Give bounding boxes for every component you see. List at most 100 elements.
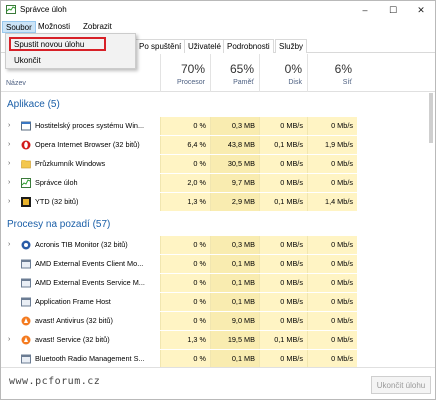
- process-row[interactable]: › avast! Service (32 bitů) 1,3 % 19,5 MB 0,1…: [1, 331, 435, 349]
- cpu-value: 0 %: [193, 278, 206, 287]
- column-network[interactable]: 6% Síť: [307, 54, 357, 92]
- cpu-value-cell: 0 %: [160, 312, 210, 330]
- network-value-cell: 0 Mb/s: [307, 236, 357, 254]
- process-row[interactable]: › Správce úloh 2,0 % 9,7 MB 0 MB/s 0 Mb/s: [1, 174, 435, 192]
- tab-startup[interactable]: Po spuštění: [135, 39, 186, 53]
- expand-chevron-icon[interactable]: ›: [8, 241, 10, 248]
- group-apps-heading[interactable]: Aplikace (5): [7, 99, 60, 110]
- process-row[interactable]: AMD External Events Client Mo... 0 % 0,1 M…: [1, 255, 435, 273]
- acronis-icon: [21, 240, 31, 250]
- memory-value-cell: 9,7 MB: [210, 174, 259, 192]
- process-name: Opera Internet Browser (32 bitů): [35, 140, 140, 149]
- process-row[interactable]: Bluetooth Radio Management S... 0 % 0,1 MB…: [1, 350, 435, 367]
- explorer-icon: [21, 159, 31, 169]
- process-name: avast! Service (32 bitů): [35, 335, 110, 344]
- memory-total: 65%: [229, 62, 254, 76]
- menu-view[interactable]: Zobrazit: [80, 21, 115, 33]
- memory-value: 0,1 MB: [231, 259, 255, 268]
- tab-users[interactable]: Uživatelé: [184, 39, 225, 53]
- task-manager-icon: [6, 5, 16, 14]
- memory-value: 0,1 MB: [231, 278, 255, 287]
- expand-chevron-icon[interactable]: ›: [8, 122, 10, 129]
- memory-value: 9,7 MB: [231, 178, 255, 187]
- network-value-cell: 0 Mb/s: [307, 174, 357, 192]
- exit-item[interactable]: Ukončit: [14, 56, 41, 65]
- cpu-value-cell: 0 %: [160, 255, 210, 273]
- tab-services[interactable]: Služby: [275, 39, 308, 53]
- cpu-value: 0 %: [193, 316, 206, 325]
- disk-value: 0,1 MB/s: [274, 140, 303, 149]
- network-value-cell: 0 Mb/s: [307, 293, 357, 311]
- cpu-value: 0 %: [193, 121, 206, 130]
- process-row[interactable]: › Hostitelský proces systému Win... 0 % 0,3…: [1, 117, 435, 135]
- column-disk[interactable]: 0% Disk: [259, 54, 307, 92]
- column-memory[interactable]: 65% Paměť: [210, 54, 259, 92]
- network-value: 0 Mb/s: [331, 297, 353, 306]
- run-new-task-item[interactable]: Spustit novou úlohu: [14, 40, 84, 49]
- network-value-cell: 0 Mb/s: [307, 312, 357, 330]
- cpu-value-cell: 2,0 %: [160, 174, 210, 192]
- file-dropdown-menu: Spustit novou úlohu Ukončit: [5, 33, 136, 69]
- cpu-value-cell: 0 %: [160, 155, 210, 173]
- memory-value: 9,0 MB: [231, 316, 255, 325]
- memory-value: 0,1 MB: [231, 297, 255, 306]
- process-name: Acronis TIB Monitor (32 bitů): [35, 240, 128, 249]
- scrollbar-thumb[interactable]: [429, 93, 433, 143]
- memory-value-cell: 43,8 MB: [210, 136, 259, 154]
- ytd-icon: [21, 197, 31, 207]
- process-list: Aplikace (5) › Hostitelský proces systému…: [1, 93, 435, 367]
- disk-value: 0 MB/s: [280, 316, 303, 325]
- memory-value: 0,3 MB: [231, 121, 255, 130]
- disk-value: 0 MB/s: [280, 278, 303, 287]
- cpu-value-cell: 0 %: [160, 236, 210, 254]
- expand-chevron-icon[interactable]: ›: [8, 198, 10, 205]
- process-row[interactable]: › Opera Internet Browser (32 bitů) 6,4 % 43…: [1, 136, 435, 154]
- process-name: Hostitelský proces systému Win...: [35, 121, 145, 130]
- menu-options[interactable]: Možnosti: [35, 21, 73, 33]
- cpu-value: 0 %: [193, 354, 206, 363]
- process-row[interactable]: Application Frame Host 0 % 0,1 MB 0 MB/s 0 M…: [1, 293, 435, 311]
- network-value-cell: 1,9 Mb/s: [307, 136, 357, 154]
- menu-bar: Soubor Možnosti Zobrazit: [1, 20, 435, 34]
- close-button[interactable]: ✕: [407, 1, 435, 19]
- minimize-button[interactable]: –: [351, 1, 379, 19]
- disk-value: 0 MB/s: [280, 240, 303, 249]
- process-row[interactable]: › YTD (32 bitů) 1,3 % 2,9 MB 0,1 MB/s 1,4 Mb/…: [1, 193, 435, 211]
- expand-chevron-icon[interactable]: ›: [8, 336, 10, 343]
- disk-label: Disk: [288, 79, 302, 86]
- network-value-cell: 1,4 Mb/s: [307, 193, 357, 211]
- cpu-value: 6,4 %: [187, 140, 206, 149]
- column-cpu[interactable]: 70% Procesor: [160, 54, 210, 92]
- disk-value-cell: 0 MB/s: [259, 274, 307, 292]
- memory-value: 43,8 MB: [227, 140, 255, 149]
- disk-value: 0,1 MB/s: [274, 197, 303, 206]
- process-row[interactable]: avast! Antivirus (32 bitů) 0 % 9,0 MB 0 MB/…: [1, 312, 435, 330]
- disk-value-cell: 0 MB/s: [259, 117, 307, 135]
- expand-chevron-icon[interactable]: ›: [8, 141, 10, 148]
- disk-value-cell: 0 MB/s: [259, 293, 307, 311]
- disk-value: 0 MB/s: [280, 178, 303, 187]
- network-value: 0 Mb/s: [331, 159, 353, 168]
- expand-chevron-icon[interactable]: ›: [8, 179, 10, 186]
- memory-value: 30,5 MB: [227, 159, 255, 168]
- memory-value-cell: 0,1 MB: [210, 255, 259, 273]
- process-name: Průzkumník Windows: [35, 159, 106, 168]
- tab-details[interactable]: Podrobnosti: [223, 39, 274, 53]
- disk-value-cell: 0 MB/s: [259, 174, 307, 192]
- memory-value-cell: 0,1 MB: [210, 293, 259, 311]
- memory-value: 0,3 MB: [231, 240, 255, 249]
- group-background-heading[interactable]: Procesy na pozadí (57): [7, 219, 110, 230]
- maximize-button[interactable]: ☐: [379, 1, 407, 19]
- process-row[interactable]: › Průzkumník Windows 0 % 30,5 MB 0 MB/s 0 Mb/…: [1, 155, 435, 173]
- column-name-label[interactable]: Název: [6, 80, 26, 87]
- process-row[interactable]: AMD External Events Service M... 0 % 0,1 M…: [1, 274, 435, 292]
- service-icon: [21, 259, 31, 269]
- expand-chevron-icon[interactable]: ›: [8, 160, 10, 167]
- network-value: 1,4 Mb/s: [325, 197, 353, 206]
- end-task-button[interactable]: Ukončit úlohu: [371, 376, 431, 394]
- memory-value-cell: 0,1 MB: [210, 274, 259, 292]
- process-row[interactable]: › Acronis TIB Monitor (32 bitů) 0 % 0,3 MB 0…: [1, 236, 435, 254]
- cpu-value: 0 %: [193, 297, 206, 306]
- footer: www.pcforum.cz Ukončit úlohu: [1, 367, 435, 399]
- menu-file[interactable]: Soubor: [2, 21, 36, 33]
